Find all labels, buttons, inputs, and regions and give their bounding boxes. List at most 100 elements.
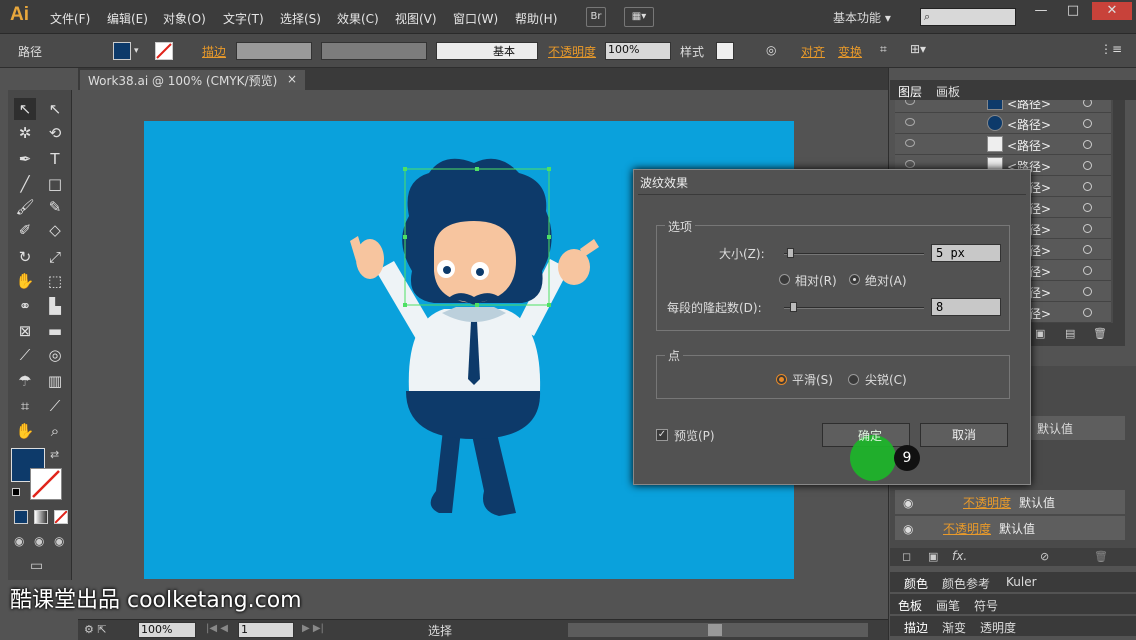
ridges-slider[interactable] xyxy=(784,307,924,309)
symbol-sprayer-icon[interactable]: ☂ xyxy=(14,370,36,392)
draw-inside-icon[interactable]: ◉ xyxy=(54,534,64,548)
target-icon[interactable] xyxy=(1083,182,1092,191)
menu-type[interactable]: 文字(T) xyxy=(223,10,264,27)
eye-icon[interactable] xyxy=(905,160,915,168)
perspective-grid-icon[interactable]: ▙ xyxy=(44,295,66,317)
appearance-row[interactable]: ◉ 不透明度 默认值 xyxy=(895,516,1125,540)
free-transform-icon[interactable]: ⬚ xyxy=(44,270,66,292)
layers-scrollbar[interactable] xyxy=(1113,100,1125,346)
size-slider[interactable] xyxy=(784,253,924,255)
eraser-icon[interactable]: ◇ xyxy=(44,219,66,241)
eye-icon[interactable] xyxy=(905,118,915,126)
rotate-tool-icon[interactable]: ↻ xyxy=(14,246,36,268)
shape-builder-icon[interactable]: ⚭ xyxy=(14,295,36,317)
tab-color[interactable]: 颜色 xyxy=(904,575,928,592)
rectangle-tool-icon[interactable]: □ xyxy=(44,173,66,195)
opacity-label[interactable]: 不透明度 xyxy=(548,43,596,60)
menu-view[interactable]: 视图(V) xyxy=(395,10,437,27)
menu-help[interactable]: 帮助(H) xyxy=(515,10,557,27)
eye-icon[interactable]: ◉ xyxy=(903,496,913,510)
blob-brush-icon[interactable]: ✐ xyxy=(14,219,36,241)
new-sublayer-icon[interactable]: ▤ xyxy=(1065,327,1075,340)
opacity-link[interactable]: 不透明度 xyxy=(963,494,1011,511)
direct-selection-tool-icon[interactable]: ↖ xyxy=(44,98,66,120)
ridges-input[interactable]: 8 xyxy=(931,298,1001,316)
color-mode-icon[interactable] xyxy=(14,510,28,524)
eye-icon[interactable] xyxy=(905,100,915,105)
layer-row[interactable]: <路径> xyxy=(895,134,1111,155)
chevron-down-icon[interactable]: ▾ xyxy=(134,46,139,56)
envelope-icon[interactable]: ⊞▾ xyxy=(910,42,926,56)
stroke-swatch[interactable] xyxy=(155,42,173,60)
screen-mode-icon[interactable]: ▭ xyxy=(30,558,43,574)
zoom-tool-icon[interactable]: ⌕ xyxy=(44,420,66,442)
align-label[interactable]: 对齐 xyxy=(801,43,825,60)
target-icon[interactable] xyxy=(1083,287,1092,296)
absolute-radio[interactable] xyxy=(849,274,860,285)
gradient-tool-icon[interactable]: ▬ xyxy=(44,320,66,342)
paintbrush-icon[interactable]: 🖌 xyxy=(14,196,36,218)
hand-tool-icon[interactable]: ✋ xyxy=(14,420,36,442)
magic-wand-icon[interactable]: ✲ xyxy=(14,122,36,144)
blend-tool-icon[interactable]: ◎ xyxy=(44,344,66,366)
none-mode-icon[interactable] xyxy=(54,510,68,524)
tab-stroke[interactable]: 描边 xyxy=(904,619,928,636)
prev-artboard-icon[interactable]: |◀ ◀ xyxy=(206,623,228,634)
horizontal-scrollbar[interactable] xyxy=(568,623,868,637)
default-colors-icon[interactable] xyxy=(12,488,20,496)
tab-brushes[interactable]: 画笔 xyxy=(936,597,960,614)
new-layer-icon[interactable]: ▣ xyxy=(1035,327,1045,340)
swap-colors-icon[interactable]: ⇄ xyxy=(50,448,59,461)
menu-window[interactable]: 窗口(W) xyxy=(453,10,498,27)
eye-icon[interactable]: ◉ xyxy=(903,522,913,536)
eyedropper-icon[interactable]: ⟋ xyxy=(14,344,36,366)
workspace-switcher[interactable]: 基本功能 ▾ xyxy=(833,9,891,26)
tab-transparency[interactable]: 透明度 xyxy=(980,619,1016,636)
warp-tool-icon[interactable]: ✋ xyxy=(14,270,36,292)
smooth-radio[interactable] xyxy=(776,374,787,385)
target-icon[interactable] xyxy=(1083,119,1092,128)
column-graph-icon[interactable]: ▥ xyxy=(44,370,66,392)
isolate-icon[interactable]: ⌗ xyxy=(880,42,887,57)
size-input[interactable]: 5 px xyxy=(931,244,1001,262)
status-icons[interactable]: ⚙ ⇱ xyxy=(84,623,107,636)
mesh-tool-icon[interactable]: ⊠ xyxy=(14,320,36,342)
zoom-select[interactable]: 100% xyxy=(138,622,196,638)
cancel-button[interactable]: 取消 xyxy=(920,423,1008,447)
opacity-link[interactable]: 不透明度 xyxy=(943,520,991,537)
tab-gradient[interactable]: 渐变 xyxy=(942,619,966,636)
clear-appearance-icon[interactable]: ⊘ xyxy=(1040,550,1049,563)
target-icon[interactable] xyxy=(1083,245,1092,254)
tab-color-guide[interactable]: 颜色参考 xyxy=(942,575,990,592)
artboard-number-field[interactable]: 1 xyxy=(238,622,294,638)
selection-tool-icon[interactable]: ↖ xyxy=(14,98,36,120)
next-artboard-icon[interactable]: ▶ ▶| xyxy=(302,623,324,634)
size-slider-knob[interactable] xyxy=(787,248,794,258)
menu-select[interactable]: 选择(S) xyxy=(280,10,321,27)
draw-normal-icon[interactable]: ◉ xyxy=(14,534,24,548)
relative-radio[interactable] xyxy=(779,274,790,285)
eye-icon[interactable] xyxy=(905,139,915,147)
fx-icon[interactable]: fx. xyxy=(952,549,967,563)
close-button[interactable]: ✕ xyxy=(1092,2,1132,20)
pencil-icon[interactable]: ✎ xyxy=(44,196,66,218)
trash-icon[interactable]: 🗑 xyxy=(1093,327,1107,340)
target-icon[interactable] xyxy=(1083,203,1092,212)
artboard-tool-icon[interactable]: ⌗ xyxy=(14,395,36,417)
stroke-color-box[interactable] xyxy=(30,468,62,500)
pen-tool-icon[interactable]: ✒ xyxy=(14,148,36,170)
menu-effect[interactable]: 效果(C) xyxy=(337,10,379,27)
appearance-row[interactable]: ◉ 不透明度 默认值 xyxy=(895,490,1125,514)
tab-symbols[interactable]: 符号 xyxy=(974,597,998,614)
ridges-slider-knob[interactable] xyxy=(790,302,797,312)
menu-edit[interactable]: 编辑(E) xyxy=(107,10,148,27)
maximize-button[interactable]: □ xyxy=(1059,2,1087,20)
layer-row[interactable]: <路径> xyxy=(895,100,1111,113)
variable-width-field[interactable] xyxy=(321,42,427,60)
tab-layers[interactable]: 图层 xyxy=(898,83,922,100)
preview-checkbox[interactable]: ✓ xyxy=(656,429,668,441)
menu-file[interactable]: 文件(F) xyxy=(50,10,90,27)
opacity-field[interactable]: 100% xyxy=(605,42,671,60)
target-icon[interactable] xyxy=(1083,100,1092,107)
add-stroke-icon[interactable]: ◻ xyxy=(902,550,911,563)
